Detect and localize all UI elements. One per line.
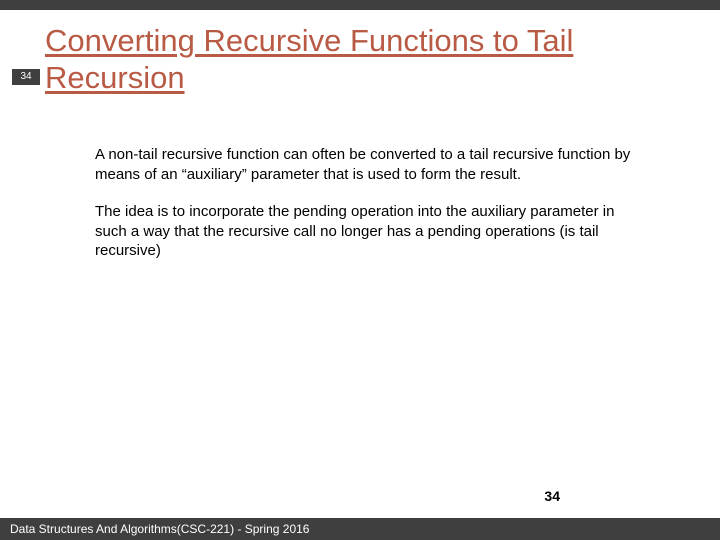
heading-area: 34 Converting Recursive Functions to Tai… bbox=[45, 22, 685, 96]
slide-body: A non-tail recursive function can often … bbox=[95, 145, 645, 279]
slide-number-badge: 34 bbox=[12, 69, 40, 85]
footer-bar: Data Structures And Algorithms(CSC-221) … bbox=[0, 518, 720, 540]
footer-text: Data Structures And Algorithms(CSC-221) … bbox=[10, 522, 309, 536]
paragraph-1: A non-tail recursive function can often … bbox=[95, 145, 645, 184]
paragraph-2: The idea is to incorporate the pending o… bbox=[95, 202, 645, 261]
slide-title: Converting Recursive Functions to Tail R… bbox=[45, 22, 685, 96]
page-number: 34 bbox=[544, 488, 560, 504]
slide: 34 Converting Recursive Functions to Tai… bbox=[0, 0, 720, 540]
top-accent-bar bbox=[0, 0, 720, 10]
